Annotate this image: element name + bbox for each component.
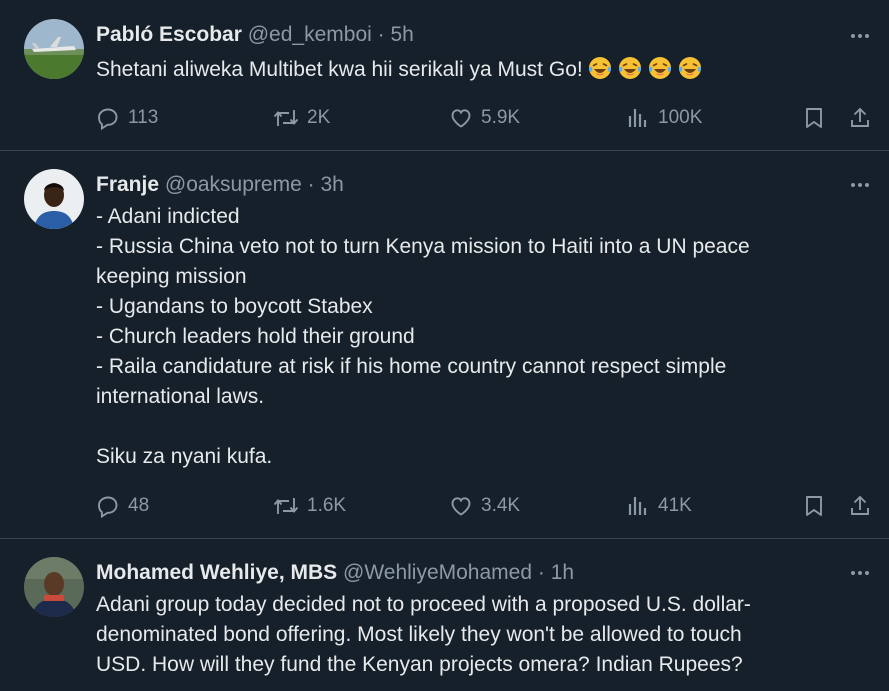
like-count: 3.4K (481, 495, 521, 516)
tweet-actions: 48 1.6K 3.4K 41K (96, 491, 876, 521)
emoji-row (583, 57, 703, 81)
share-icon (851, 495, 869, 515)
more-icon (851, 183, 869, 187)
timeline-feed: Pabló Escobar @ed_kemboi · 5h Shetani al… (0, 0, 889, 691)
tweet-text: Adani group today decided not to proceed… (96, 593, 751, 676)
heart-icon (451, 109, 471, 128)
repost-count: 1.6K (307, 495, 347, 516)
repost-icon (273, 498, 299, 514)
timestamp[interactable]: 3h (320, 173, 343, 196)
reply-count: 48 (128, 495, 150, 516)
reply-count: 113 (128, 107, 159, 128)
separator-dot: · (537, 561, 545, 584)
timestamp[interactable]: 5h (390, 23, 413, 46)
avatar[interactable] (24, 169, 84, 229)
author-handle[interactable]: @ed_kemboi (248, 23, 372, 46)
share-button[interactable] (848, 103, 872, 133)
avatar[interactable] (24, 19, 84, 79)
bookmark-button[interactable] (802, 103, 826, 133)
reply-icon (98, 108, 118, 130)
tweet-text: Shetani aliweka Multibet kwa hii serikal… (96, 55, 849, 85)
repost-button[interactable]: 2K (273, 103, 330, 133)
like-button[interactable]: 5.9K (449, 103, 520, 133)
bookmark-icon (806, 496, 822, 516)
author-name[interactable]: Mohamed Wehliye, MBS (96, 561, 337, 584)
more-icon (851, 571, 869, 575)
views-icon (628, 497, 647, 515)
tweet-3[interactable]: Mohamed Wehliye, MBS @WehliyeMohamed · 1… (0, 539, 889, 691)
more-options-button[interactable] (849, 174, 871, 196)
tweet-1[interactable]: Pabló Escobar @ed_kemboi · 5h Shetani al… (0, 0, 889, 151)
tears-of-joy-emoji-icon (678, 57, 701, 79)
tweet-header: Franje @oaksupreme · 3h (96, 172, 344, 198)
tears-of-joy-emoji-icon (588, 57, 611, 79)
like-count: 5.9K (481, 107, 521, 128)
like-button[interactable]: 3.4K (449, 491, 520, 521)
views-icon (628, 109, 647, 127)
more-options-button[interactable] (849, 562, 871, 584)
bookmark-icon (806, 108, 822, 128)
timestamp[interactable]: 1h (551, 561, 574, 584)
tweet-header: Pabló Escobar @ed_kemboi · 5h (96, 22, 414, 48)
share-icon (851, 107, 869, 127)
author-name[interactable]: Pabló Escobar (96, 23, 242, 46)
tweet-header: Mohamed Wehliye, MBS @WehliyeMohamed · 1… (96, 560, 574, 586)
reply-button[interactable]: 48 (96, 491, 149, 521)
separator-dot: · (307, 173, 315, 196)
tears-of-joy-emoji-icon (648, 57, 671, 79)
reply-button[interactable]: 113 (96, 103, 158, 133)
view-count: 41K (658, 495, 692, 516)
reply-icon (98, 496, 118, 518)
tweet-2[interactable]: Franje @oaksupreme · 3h - Adani indicted… (0, 151, 889, 539)
avatar[interactable] (24, 557, 84, 617)
share-button[interactable] (848, 491, 872, 521)
more-icon (851, 34, 869, 38)
author-handle[interactable]: @oaksupreme (165, 173, 302, 196)
repost-button[interactable]: 1.6K (273, 491, 346, 521)
more-options-button[interactable] (849, 25, 871, 47)
views-button[interactable]: 41K (626, 491, 692, 521)
heart-icon (451, 497, 471, 516)
tweet-actions: 113 2K 5.9K 100K (96, 103, 876, 133)
separator-dot: · (377, 23, 385, 46)
view-count: 100K (658, 107, 703, 128)
repost-count: 2K (307, 107, 331, 128)
tweet-text: - Adani indicted - Russia China veto not… (96, 205, 750, 468)
views-button[interactable]: 100K (626, 103, 702, 133)
author-name[interactable]: Franje (96, 173, 159, 196)
author-handle[interactable]: @WehliyeMohamed (343, 561, 532, 584)
tears-of-joy-emoji-icon (618, 57, 641, 79)
repost-icon (273, 110, 299, 126)
bookmark-button[interactable] (802, 491, 826, 521)
tweet-text-content: Shetani aliweka Multibet kwa hii serikal… (96, 58, 583, 81)
